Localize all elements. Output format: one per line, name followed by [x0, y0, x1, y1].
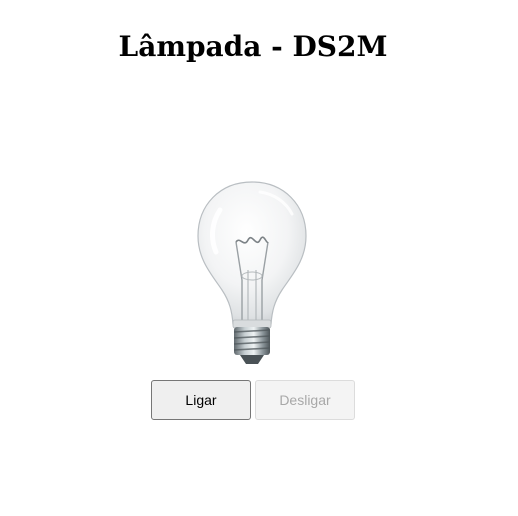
turn-on-button[interactable]: Ligar	[151, 380, 251, 420]
turn-off-button[interactable]: Desligar	[255, 380, 355, 420]
light-bulb-icon	[197, 181, 307, 364]
page-title: Lâmpada - DS2M	[118, 30, 388, 63]
page: Lâmpada - DS2M Ligar Desligar	[0, 0, 518, 516]
